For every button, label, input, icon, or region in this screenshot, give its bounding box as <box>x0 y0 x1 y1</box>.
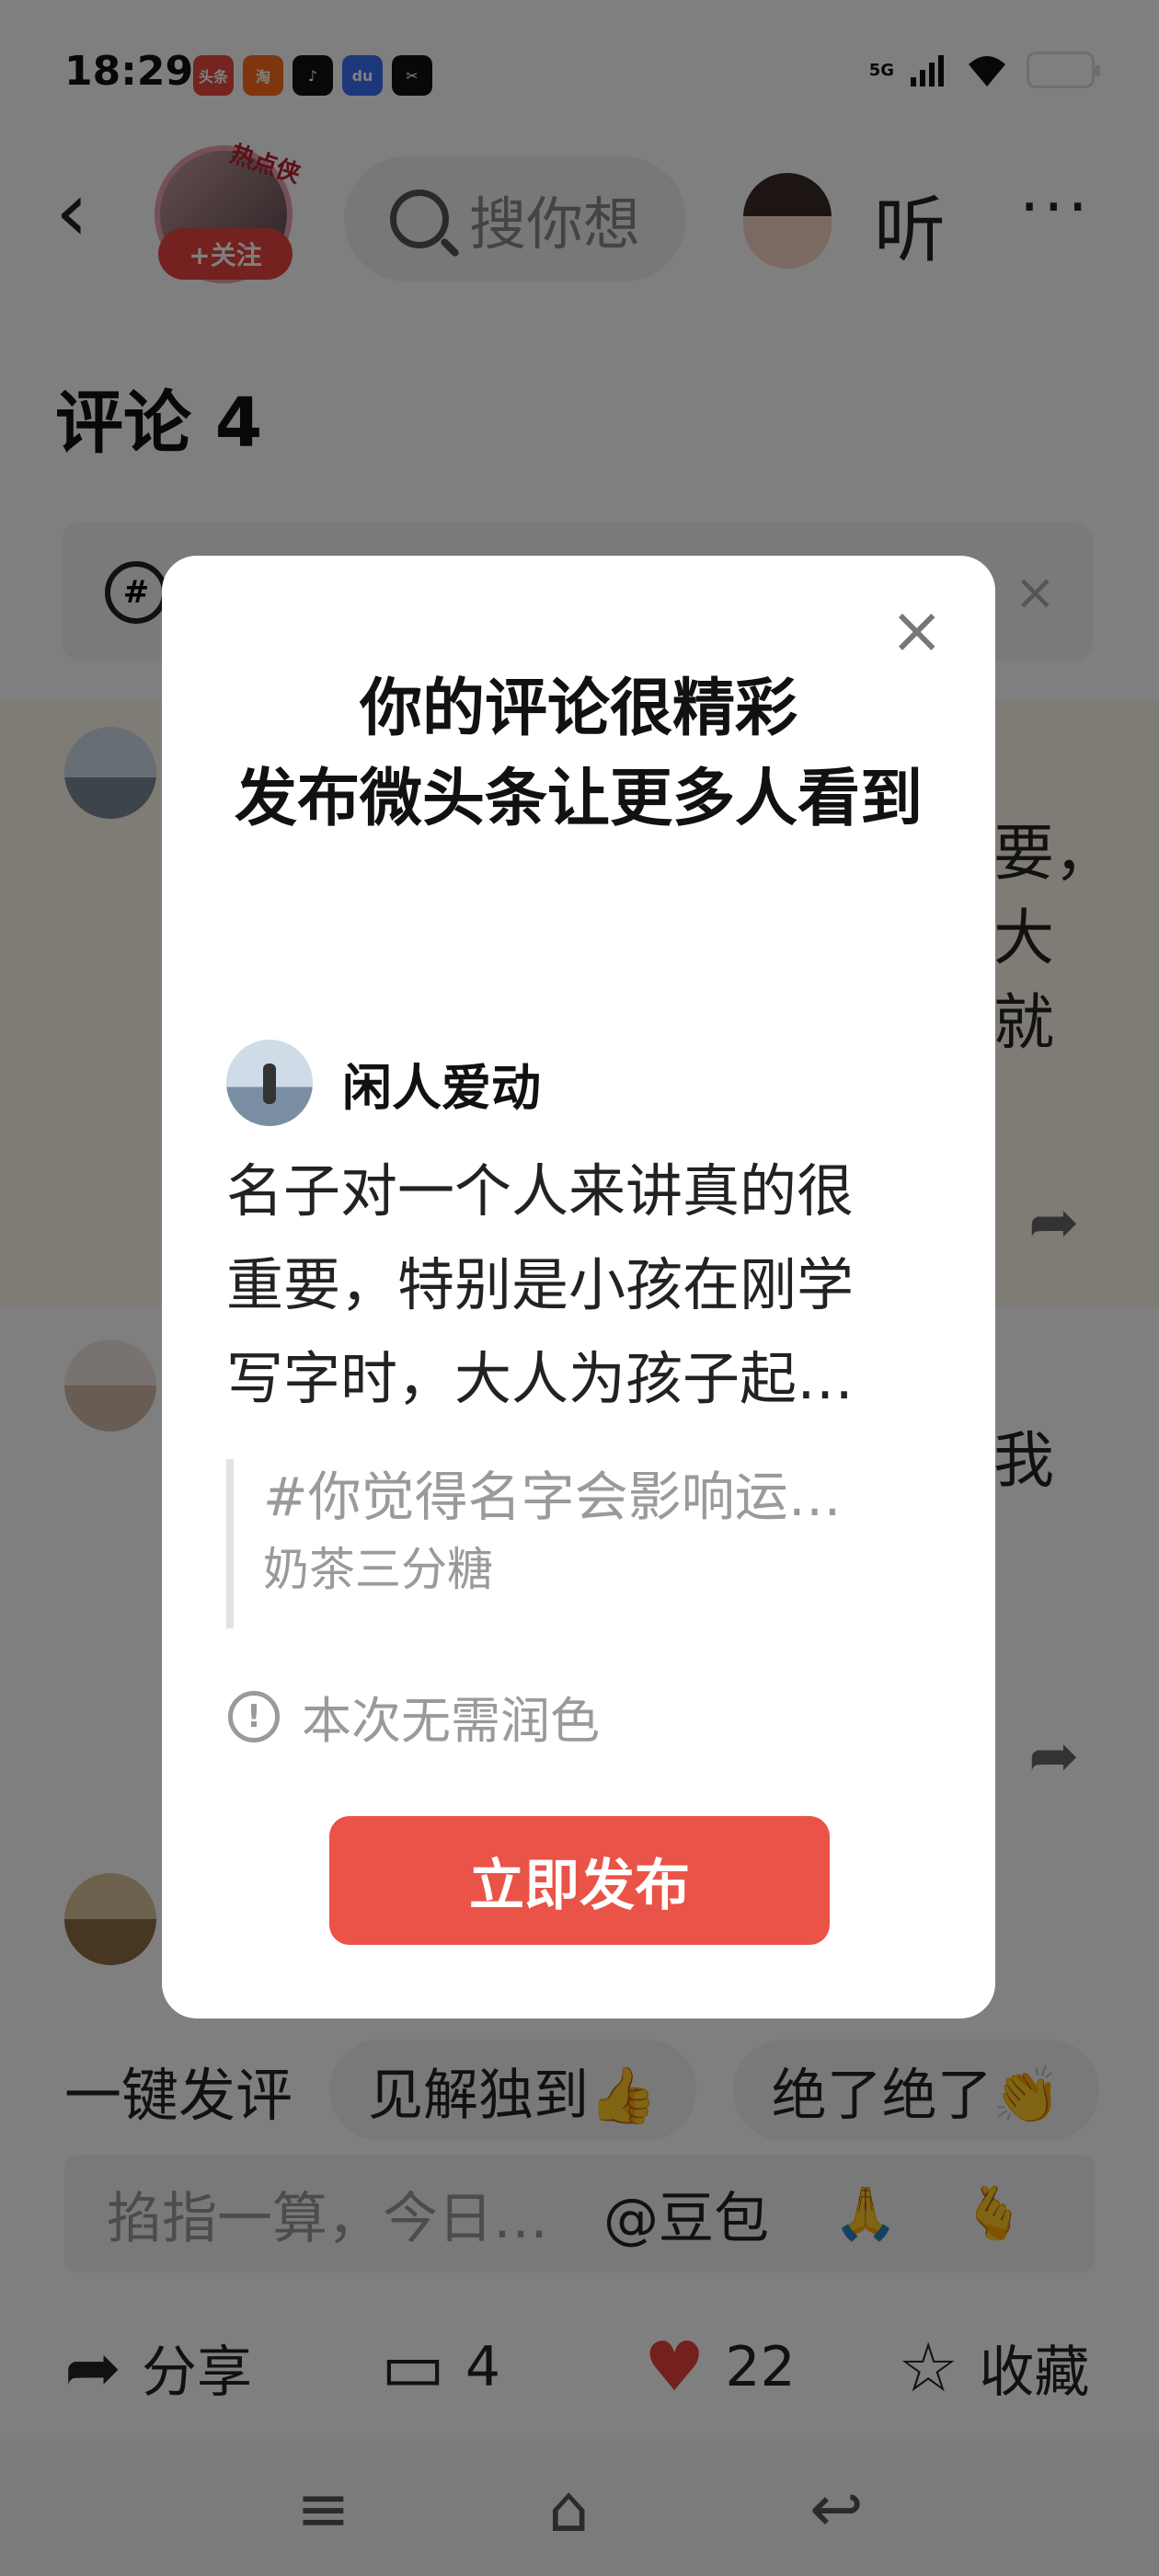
username: 闲人爱动 <box>342 1058 541 1117</box>
quoted-topic: #你觉得名字会影响运… <box>263 1466 842 1528</box>
polish-notice-text: 本次无需润色 <box>302 1692 600 1750</box>
quoted-article: #你觉得名字会影响运… 奶茶三分糖 <box>226 1459 907 1628</box>
dialog-title: 你的评论很精彩 发布微头条让更多人看到 <box>226 664 931 845</box>
dialog-user: 闲人爱动 <box>226 1040 541 1126</box>
user-avatar <box>226 1040 313 1126</box>
close-icon[interactable]: × <box>889 598 944 662</box>
comment-preview: 名子对一个人来讲真的很重要，特别是小孩在刚学写字时，大人为孩子起… <box>226 1157 855 1412</box>
dialog-title-line1: 你的评论很精彩 <box>359 673 798 745</box>
quoted-author: 奶茶三分糖 <box>263 1543 493 1596</box>
publish-dialog: × 你的评论很精彩 发布微头条让更多人看到 闲人爱动 名子对一个人来讲真的很重要… <box>162 556 995 2018</box>
publish-button[interactable]: 立即发布 <box>329 1816 830 1945</box>
info-icon: ! <box>228 1690 280 1742</box>
dialog-title-line2: 发布微头条让更多人看到 <box>234 763 923 835</box>
polish-notice: ! 本次无需润色 <box>228 1680 600 1753</box>
